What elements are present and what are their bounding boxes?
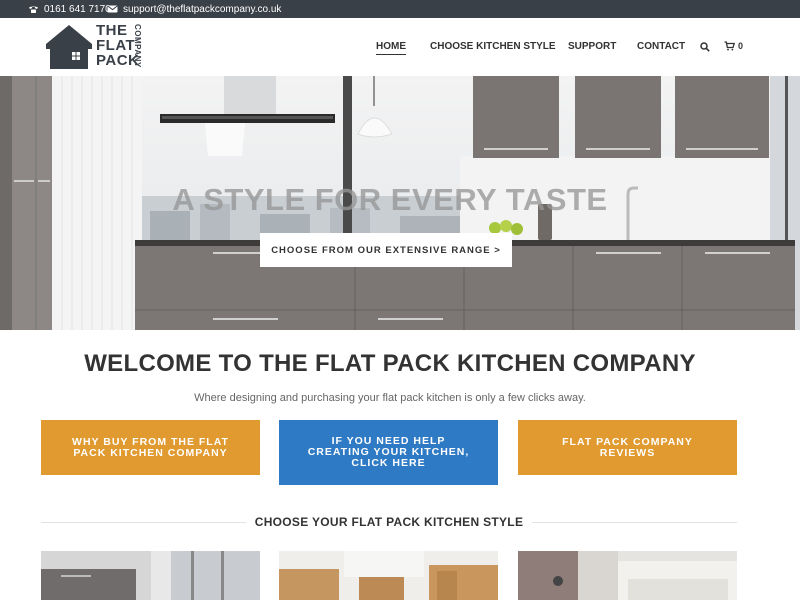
- hero-headline: A STYLE FOR EVERY TASTE: [172, 182, 608, 217]
- nav-contact[interactable]: CONTACT: [637, 41, 685, 52]
- kitchen-style-image: [279, 551, 498, 600]
- cart-icon: [724, 41, 735, 51]
- search-icon[interactable]: [700, 42, 710, 52]
- top-contact-bar: 0161 641 7170 support@theflatpackcompany…: [0, 0, 800, 18]
- kitchen-style-image: [41, 551, 260, 600]
- hero-range-button[interactable]: CHOOSE FROM OUR EXTENSIVE RANGE >: [260, 233, 512, 267]
- why-buy-button[interactable]: WHY BUY FROM THE FLAT PACK KITCHEN COMPA…: [41, 420, 260, 475]
- kitchen-style-thumbnail[interactable]: [41, 551, 260, 600]
- email-contact[interactable]: support@theflatpackcompany.co.uk: [107, 0, 281, 18]
- email-address: support@theflatpackcompany.co.uk: [123, 3, 282, 15]
- welcome-subtitle: Where designing and purchasing your flat…: [194, 392, 586, 404]
- nav-choose-kitchen-style[interactable]: CHOOSE KITCHEN STYLE: [430, 41, 556, 52]
- site-logo[interactable]: THE FLAT PACK COMPANY: [44, 22, 154, 72]
- kitchen-style-section-title: CHOOSE YOUR FLAT PACK KITCHEN STYLE: [254, 515, 524, 529]
- nav-home[interactable]: HOME: [376, 41, 406, 55]
- phone-contact[interactable]: 0161 641 7170: [28, 0, 111, 18]
- envelope-icon: [107, 5, 118, 13]
- cart-count: 0: [738, 41, 744, 51]
- welcome-title: WELCOME TO THE FLAT PACK KITCHEN COMPANY: [84, 350, 696, 377]
- house-logo-icon: [46, 25, 92, 69]
- help-creating-kitchen-button[interactable]: IF YOU NEED HELP CREATING YOUR KITCHEN, …: [279, 420, 498, 485]
- kitchen-style-image: [518, 551, 737, 600]
- kitchen-style-thumbnail[interactable]: [279, 551, 498, 600]
- kitchen-style-thumbnail[interactable]: [518, 551, 737, 600]
- phone-icon: [29, 6, 38, 13]
- logo-company-vertical: COMPANY: [133, 24, 142, 68]
- nav-support[interactable]: SUPPORT: [568, 41, 616, 52]
- cart-button[interactable]: 0: [724, 41, 743, 51]
- reviews-button[interactable]: FLAT PACK COMPANY REVIEWS: [518, 420, 737, 475]
- hero-banner: A STYLE FOR EVERY TASTE CHOOSE FROM OUR …: [0, 76, 800, 330]
- site-header: THE FLAT PACK COMPANY HOME CHOOSE KITCHE…: [0, 18, 800, 76]
- phone-number: 0161 641 7170: [44, 3, 111, 15]
